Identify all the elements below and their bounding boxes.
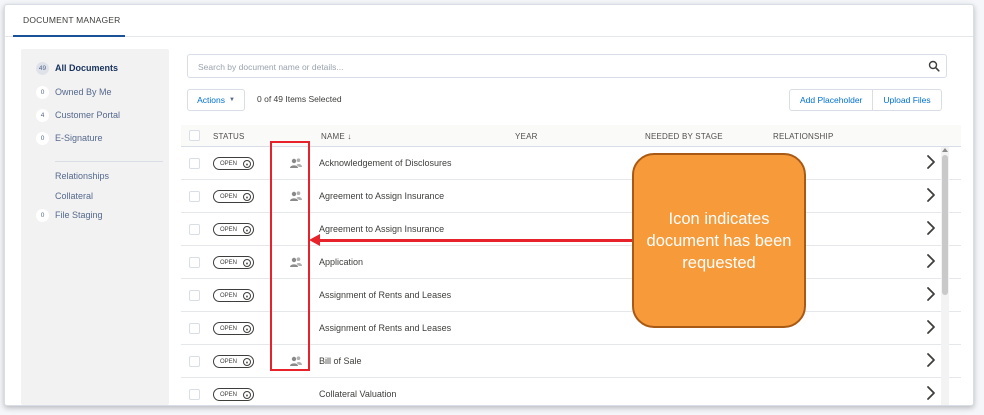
status-label: OPEN — [220, 193, 238, 200]
row-checkbox[interactable] — [189, 290, 200, 301]
sidebar-item-collateral[interactable]: Collateral — [55, 191, 93, 201]
row-checkbox[interactable] — [189, 224, 200, 235]
add-placeholder-button[interactable]: Add Placeholder — [789, 89, 874, 111]
caret-down-icon: ▼ — [228, 97, 235, 103]
count-badge: 49 — [36, 61, 49, 75]
chevron-right-icon[interactable] — [925, 253, 937, 269]
chevron-down-icon: ▼ — [243, 391, 251, 399]
document-name[interactable]: Agreement to Assign Insurance — [319, 224, 444, 234]
table-row[interactable]: OPEN ▼ Collateral Valuation — [181, 378, 961, 405]
chevron-down-icon: ▼ — [243, 259, 251, 267]
chevron-right-icon[interactable] — [925, 286, 937, 302]
column-status[interactable]: STATUS — [213, 132, 245, 141]
annotation-arrow-head — [309, 234, 320, 246]
sidebar-divider — [55, 161, 163, 162]
tab-bar: DOCUMENT MANAGER — [5, 5, 973, 37]
sidebar-item-label: File Staging — [55, 210, 103, 220]
count-badge: 4 — [36, 108, 49, 122]
row-checkbox[interactable] — [189, 257, 200, 268]
select-all-checkbox[interactable] — [189, 130, 200, 141]
row-checkbox[interactable] — [189, 158, 200, 169]
chevron-right-icon[interactable] — [925, 154, 937, 170]
sidebar: 49 All Documents 0 Owned By Me 4 Custome… — [21, 49, 169, 405]
upload-files-button[interactable]: Upload Files — [873, 89, 942, 111]
document-name[interactable]: Assignment of Rents and Leases — [319, 290, 451, 300]
sidebar-item-label: All Documents — [55, 63, 119, 73]
sidebar-item-e-signature[interactable]: 0 E-Signature — [21, 129, 169, 147]
status-label: OPEN — [220, 259, 238, 266]
window-frame: DOCUMENT MANAGER 49 All Documents 0 Owne… — [0, 0, 984, 415]
document-name[interactable]: Agreement to Assign Insurance — [319, 191, 444, 201]
status-dropdown[interactable]: OPEN ▼ — [213, 322, 254, 335]
row-checkbox[interactable] — [189, 389, 200, 400]
status-dropdown[interactable]: OPEN ▼ — [213, 289, 254, 302]
actions-button[interactable]: Actions ▼ — [187, 89, 245, 111]
sidebar-item-relationships[interactable]: Relationships — [55, 171, 109, 181]
search-placeholder: Search by document name or details... — [198, 62, 344, 72]
chevron-down-icon: ▼ — [243, 292, 251, 300]
requested-icon-highlight — [270, 141, 310, 371]
status-label: OPEN — [220, 226, 238, 233]
status-dropdown[interactable]: OPEN ▼ — [213, 355, 254, 368]
column-year[interactable]: YEAR — [515, 132, 538, 141]
count-badge: 0 — [36, 85, 49, 99]
chevron-down-icon: ▼ — [243, 325, 251, 333]
sidebar-item-file-staging[interactable]: 0 File Staging — [21, 206, 169, 224]
sidebar-item-owned-by-me[interactable]: 0 Owned By Me — [21, 83, 169, 101]
scroll-thumb[interactable] — [942, 155, 948, 295]
chevron-right-icon[interactable] — [925, 319, 937, 335]
document-name[interactable]: Acknowledgement of Disclosures — [319, 158, 452, 168]
status-dropdown[interactable]: OPEN ▼ — [213, 256, 254, 269]
chevron-down-icon: ▼ — [243, 193, 251, 201]
scrollbar[interactable] — [941, 147, 949, 405]
status-label: OPEN — [220, 358, 238, 365]
status-label: OPEN — [220, 325, 238, 332]
chevron-right-icon[interactable] — [925, 352, 937, 368]
status-label: OPEN — [220, 292, 238, 299]
row-checkbox[interactable] — [189, 323, 200, 334]
toolbar-button-group: Add Placeholder Upload Files — [789, 89, 942, 111]
document-name[interactable]: Collateral Valuation — [319, 389, 396, 399]
chevron-right-icon[interactable] — [925, 385, 937, 401]
status-dropdown[interactable]: OPEN ▼ — [213, 157, 254, 170]
chevron-right-icon[interactable] — [925, 220, 937, 236]
tab-document-manager[interactable]: DOCUMENT MANAGER — [13, 5, 125, 37]
chevron-down-icon: ▼ — [243, 160, 251, 168]
sidebar-item-customer-portal[interactable]: 4 Customer Portal — [21, 106, 169, 124]
document-name[interactable]: Application — [319, 257, 363, 267]
row-checkbox[interactable] — [189, 191, 200, 202]
sidebar-item-all-documents[interactable]: 49 All Documents — [21, 59, 169, 77]
annotation-arrow-line — [318, 239, 633, 242]
search-icon[interactable] — [928, 60, 940, 72]
status-label: OPEN — [220, 160, 238, 167]
status-label: OPEN — [220, 391, 238, 398]
document-name[interactable]: Assignment of Rents and Leases — [319, 323, 451, 333]
chevron-down-icon: ▼ — [243, 358, 251, 366]
document-name[interactable]: Bill of Sale — [319, 356, 362, 366]
selection-count: 0 of 49 Items Selected — [257, 94, 342, 104]
status-dropdown[interactable]: OPEN ▼ — [213, 190, 254, 203]
actions-label: Actions — [197, 95, 225, 105]
count-badge: 0 — [36, 208, 49, 222]
sidebar-item-label: Owned By Me — [55, 87, 112, 97]
status-dropdown[interactable]: OPEN ▼ — [213, 223, 254, 236]
annotation-text: Icon indicates document has been request… — [646, 209, 792, 272]
sidebar-item-label: Customer Portal — [55, 110, 121, 120]
count-badge: 0 — [36, 131, 49, 145]
column-needed-by-stage[interactable]: NEEDED BY STAGE — [645, 132, 723, 141]
row-checkbox[interactable] — [189, 356, 200, 367]
chevron-right-icon[interactable] — [925, 187, 937, 203]
column-name[interactable]: NAME ↓ — [321, 132, 352, 141]
chevron-down-icon: ▼ — [243, 226, 251, 234]
status-dropdown[interactable]: OPEN ▼ — [213, 388, 254, 401]
annotation-callout: Icon indicates document has been request… — [632, 153, 806, 328]
document-manager-card: DOCUMENT MANAGER 49 All Documents 0 Owne… — [4, 4, 974, 406]
scroll-up-arrow-icon[interactable] — [942, 148, 948, 152]
sidebar-item-label: E-Signature — [55, 133, 103, 143]
search-input[interactable]: Search by document name or details... — [187, 54, 947, 78]
column-relationship[interactable]: RELATIONSHIP — [773, 132, 834, 141]
